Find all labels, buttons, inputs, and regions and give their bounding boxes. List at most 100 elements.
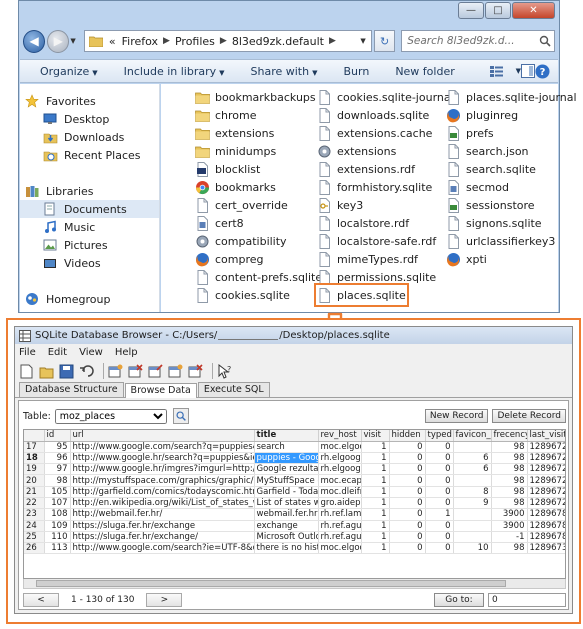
table-cell-hidden[interactable]: 0 (389, 463, 426, 476)
table-cell-id[interactable]: 113 (44, 542, 71, 555)
recent-pages-dropdown[interactable]: ▼ (70, 37, 80, 45)
table-cell-rev_host[interactable]: moc.elgoog. (318, 441, 362, 453)
table-cell-hidden[interactable]: 0 (389, 474, 426, 487)
create-table-icon[interactable] (108, 364, 123, 379)
save-icon[interactable] (59, 364, 74, 379)
nav-item-pictures[interactable]: Pictures (20, 236, 108, 254)
nav-item-desktop[interactable]: Desktop (20, 110, 109, 128)
table-cell-url[interactable]: https://sluga.fer.hr/exchange/ (70, 531, 255, 544)
table-cell-id[interactable]: 97 (44, 463, 71, 476)
table-row[interactable]: 20 98 http://mystuffspace.com/graphics/gra… (24, 474, 565, 487)
table-cell-favicon_id[interactable] (453, 520, 492, 532)
table-cell-frecency[interactable]: 98 (491, 463, 528, 476)
file-item[interactable]: pluginreg (446, 106, 518, 124)
table-cell-hidden[interactable]: 0 (389, 542, 426, 555)
file-item[interactable]: localstore-safe.rdf (317, 232, 436, 250)
file-item[interactable]: chrome (195, 106, 257, 124)
table-cell-title[interactable]: puppies - Google po (254, 452, 319, 465)
table-cell-visit[interactable]: 1 (361, 542, 390, 555)
table-row[interactable]: 24 109 https://sluga.fer.hr/exchange exchan… (24, 520, 565, 532)
column-header[interactable]: url (70, 430, 255, 442)
table-cell-rev_host[interactable]: rh.elgoog.w (318, 463, 362, 476)
include-in-library-menu[interactable]: Include in library ▼ (124, 65, 225, 78)
file-item[interactable]: bookmarks (195, 178, 276, 196)
table-cell-last_visit_da[interactable]: 1289672139 (527, 463, 565, 476)
delete-record-button[interactable]: Delete Record (492, 409, 566, 423)
file-item[interactable]: key3 (317, 196, 363, 214)
row-number[interactable]: 24 (24, 520, 45, 532)
nav-item-music[interactable]: Music (20, 218, 95, 236)
file-item[interactable]: extensions.rdf (317, 160, 415, 178)
table-cell-frecency[interactable]: 98 (491, 452, 528, 465)
table-cell-favicon_id[interactable] (453, 508, 492, 521)
table-row[interactable]: 22 107 http://en.wikipedia.org/wiki/List_o… (24, 497, 565, 510)
horizontal-scrollbar[interactable] (23, 579, 566, 589)
file-item[interactable]: content-prefs.sqlite (195, 268, 322, 286)
table-row[interactable]: 23 108 http://webmail.fer.hr/webmail.fer.h… (24, 508, 565, 521)
file-item[interactable]: xpti (446, 250, 487, 268)
table-cell-title[interactable]: Microsoft Outlook W (254, 531, 319, 544)
address-dropdown[interactable]: ▼ (355, 37, 371, 45)
table-cell-rev_host[interactable]: rh.ref.aguls. (318, 520, 362, 532)
table-cell-last_visit_da[interactable]: 1289678064 (527, 531, 565, 544)
breadcrumb-profiles[interactable]: Profiles (175, 35, 215, 48)
table-cell-rev_host[interactable]: moc.dleifrag (318, 486, 362, 498)
table-cell-hidden[interactable]: 0 (389, 441, 426, 453)
table-cell-rev_host[interactable]: moc.ecapsff (318, 474, 362, 487)
nav-item-videos[interactable]: Videos (20, 254, 101, 272)
table-cell-frecency[interactable]: 98 (491, 441, 528, 453)
row-number[interactable]: 22 (24, 497, 45, 510)
file-item[interactable]: cert8 (195, 214, 244, 232)
table-cell-url[interactable]: http://webmail.fer.hr/ (70, 508, 255, 521)
tab-database-structure[interactable]: Database Structure (19, 382, 124, 397)
table-cell-visit[interactable]: 1 (361, 452, 390, 465)
file-item[interactable]: urlclassifierkey3 (446, 232, 555, 250)
row-number[interactable]: 20 (24, 474, 45, 487)
file-item[interactable]: places.sqlite-journal (446, 88, 577, 106)
table-cell-last_visit_da[interactable]: 1289672132 (527, 452, 565, 465)
row-number[interactable]: 19 (24, 463, 45, 476)
column-header[interactable]: id (44, 430, 71, 442)
goto-input[interactable]: 0 (488, 593, 566, 607)
table-row[interactable]: 21 105 http://garfield.com/comics/todaysco… (24, 486, 565, 498)
table-cell-favicon_id[interactable]: 6 (453, 452, 492, 465)
table-cell-frecency[interactable]: -1 (491, 531, 528, 544)
table-cell-url[interactable]: http://www.google.com/search?ie=UTF-8&oe… (70, 542, 255, 555)
table-row[interactable]: 26 113 http://www.google.com/search?ie=UTF… (24, 542, 565, 555)
column-header[interactable]: last_visit_da (527, 430, 565, 442)
table-cell-frecency[interactable]: 98 (491, 474, 528, 487)
undo-icon[interactable] (79, 364, 94, 379)
whats-this-help-icon[interactable]: ? (217, 363, 232, 379)
table-cell-title[interactable]: exchange (254, 520, 319, 532)
address-bar[interactable]: « Firefox ▶ Profiles ▶ 8l3ed9zk.default … (83, 30, 373, 52)
nav-item-libraries[interactable]: Libraries (20, 182, 94, 200)
table-cell-rev_host[interactable]: moc.elgoog. (318, 542, 362, 555)
preview-pane-icon[interactable] (521, 64, 535, 78)
column-header[interactable]: typed (425, 430, 454, 442)
tab-browse-data[interactable]: Browse Data (124, 383, 197, 398)
table-cell-frecency[interactable]: 3900 (491, 508, 528, 521)
file-item[interactable]: places.sqlite (314, 283, 409, 307)
table-cell-id[interactable]: 96 (44, 452, 71, 465)
table-cell-title[interactable]: Google rezultati pret (254, 463, 319, 476)
file-item[interactable]: search.json (446, 142, 529, 160)
table-cell-id[interactable]: 105 (44, 486, 71, 498)
table-cell-frecency[interactable]: 98 (491, 486, 528, 498)
file-item[interactable]: permissions.sqlite (317, 268, 436, 286)
table-row[interactable]: 19 97 http://www.google.hr/imgres?imgurl=h… (24, 463, 565, 476)
file-item[interactable]: prefs (446, 124, 494, 142)
table-cell-id[interactable]: 95 (44, 441, 71, 453)
file-item[interactable]: mimeTypes.rdf (317, 250, 418, 268)
file-item[interactable]: localstore.rdf (317, 214, 409, 232)
table-cell-visit[interactable]: 1 (361, 474, 390, 487)
table-cell-visit[interactable]: 1 (361, 463, 390, 476)
file-item[interactable]: cert_override (195, 196, 288, 214)
breadcrumb-firefox[interactable]: Firefox (122, 35, 158, 48)
new-database-icon[interactable] (19, 364, 34, 379)
table-cell-hidden[interactable]: 0 (389, 508, 426, 521)
nav-item-recent-places[interactable]: Recent Places (20, 146, 141, 164)
maximize-button[interactable]: □ (485, 2, 511, 19)
file-item[interactable]: compreg (195, 250, 264, 268)
table-cell-hidden[interactable]: 0 (389, 486, 426, 498)
table-select[interactable]: moz_places (54, 408, 167, 424)
